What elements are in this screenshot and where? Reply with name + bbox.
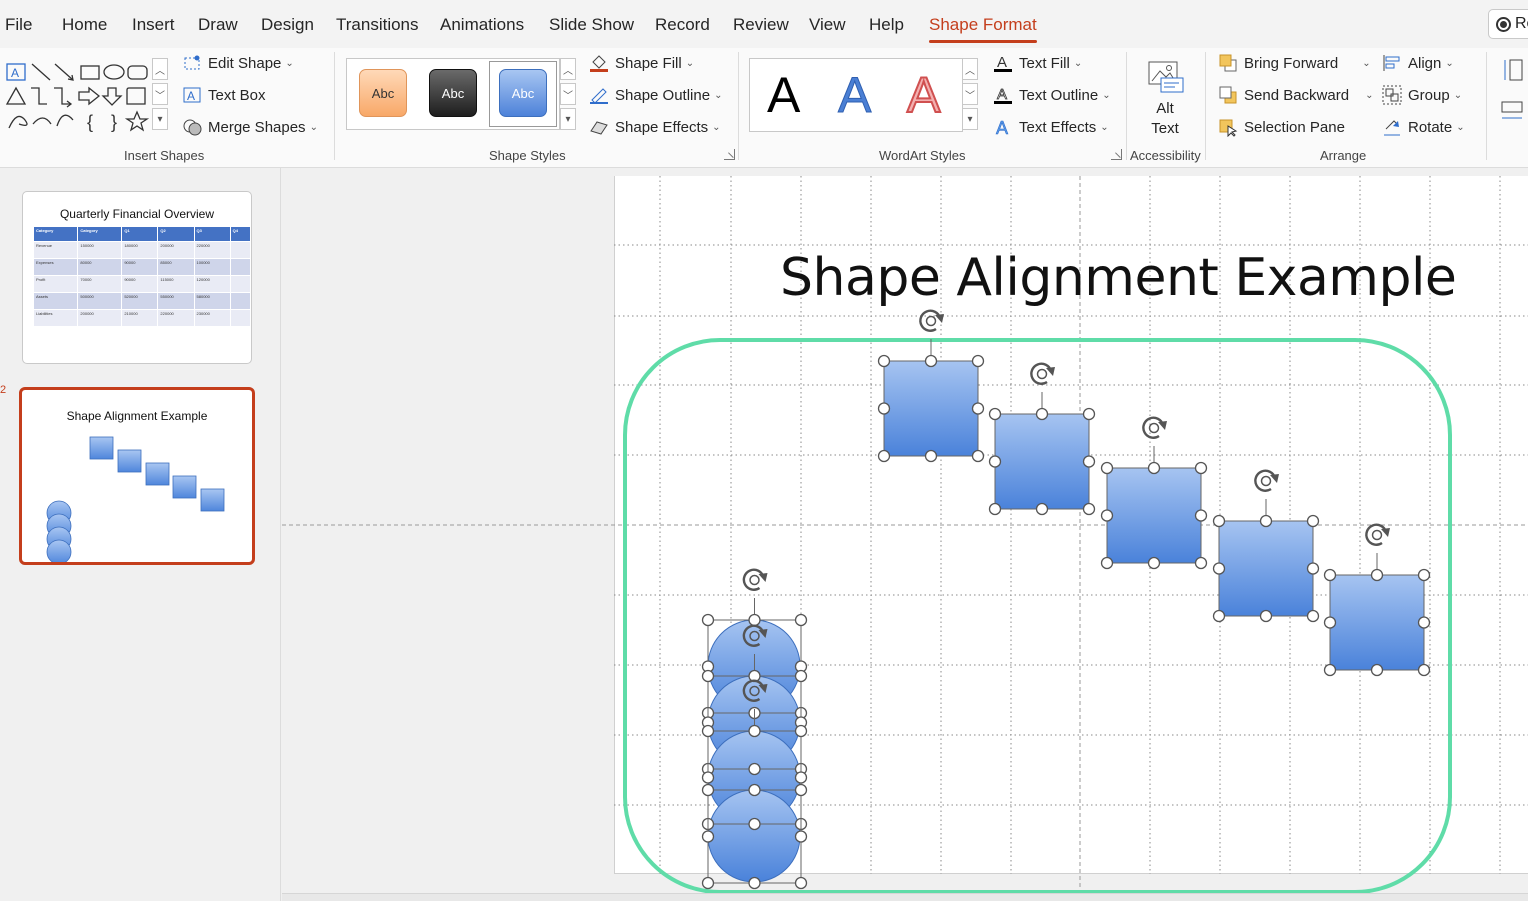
square-shape-3[interactable] [1106,467,1202,564]
square-shape-2[interactable] [994,413,1090,510]
resize-handle[interactable] [988,407,1002,421]
rotate-handle-icon[interactable] [742,568,765,591]
resize-handle[interactable] [794,830,808,843]
resize-handle[interactable] [1194,556,1208,570]
resize-handle[interactable] [794,724,808,738]
resize-handle[interactable] [924,449,938,463]
rotate-handle-icon[interactable] [1365,523,1388,546]
rotate-handle-center[interactable] [749,574,760,586]
resize-handle[interactable] [1306,514,1320,528]
resize-handle[interactable] [701,669,715,683]
resize-handle[interactable] [794,876,808,890]
resize-handle[interactable] [924,354,938,368]
resize-handle[interactable] [1082,502,1096,516]
resize-handle[interactable] [1147,461,1161,475]
resize-handle[interactable] [1212,514,1226,528]
resize-handle[interactable] [1212,609,1226,623]
resize-handle[interactable] [971,402,985,415]
resize-handle[interactable] [1259,609,1273,623]
resize-handle[interactable] [988,455,1002,468]
rotate-handle-icon[interactable] [919,309,942,332]
squares [883,360,1425,671]
resize-handle[interactable] [748,724,761,738]
resize-handle[interactable] [1100,509,1114,522]
square-shape-1[interactable] [883,360,979,457]
resize-handle[interactable] [1035,407,1049,421]
resize-handle[interactable] [877,449,891,463]
rotate-handle-center[interactable] [1036,368,1048,380]
rotate-handle-icon[interactable] [1142,416,1165,439]
resize-handle[interactable] [701,724,715,738]
rotate-handle-arrow[interactable] [1381,528,1390,537]
rotate-handle-icon[interactable] [1030,362,1053,385]
rotate-handle-arrow[interactable] [1158,421,1167,430]
resize-handle[interactable] [794,613,808,627]
resize-handle[interactable] [971,354,985,368]
resize-handle[interactable] [1194,461,1208,475]
resize-handle[interactable] [1212,562,1226,575]
rotate-handle-arrow[interactable] [1270,474,1279,483]
resize-handle[interactable] [794,771,808,784]
resize-handle[interactable] [971,449,985,463]
resize-handle[interactable] [701,876,715,890]
slide-shapes [701,309,1431,890]
resize-handle[interactable] [1417,568,1431,582]
resize-handle[interactable] [1259,514,1273,528]
rotate-handle-center[interactable] [1371,529,1383,541]
resize-handle[interactable] [1194,509,1208,522]
resize-handle[interactable] [1100,461,1114,475]
resize-handle[interactable] [701,613,715,627]
resize-handle[interactable] [1323,663,1337,677]
resize-handle[interactable] [1370,663,1384,677]
resize-handle[interactable] [1100,556,1114,570]
resize-handle[interactable] [1147,556,1161,570]
circle-shape-4[interactable] [707,789,801,883]
resize-handle[interactable] [1035,502,1049,516]
resize-handle[interactable] [1417,663,1431,677]
selection-handles[interactable] [701,309,1431,890]
resize-handle[interactable] [1417,616,1431,629]
resize-handle[interactable] [748,876,761,890]
rotate-handle-arrow[interactable] [935,314,944,323]
resize-handle[interactable] [748,613,761,627]
horizontal-scrollbar[interactable] [282,893,1528,901]
resize-handle[interactable] [794,783,808,797]
resize-handle[interactable] [877,402,891,415]
rotate-handle-arrow[interactable] [758,573,768,582]
resize-handle[interactable] [877,354,891,368]
rotate-handle-icon[interactable] [1254,469,1277,492]
resize-handle[interactable] [1306,562,1320,575]
square-shape-4[interactable] [1218,520,1314,617]
resize-handle[interactable] [794,669,808,683]
resize-handle[interactable] [748,762,761,776]
rotate-handle-arrow[interactable] [1046,367,1055,376]
resize-handle[interactable] [1306,609,1320,623]
resize-handle[interactable] [701,830,715,843]
resize-handle[interactable] [1082,407,1096,421]
resize-handle[interactable] [1323,568,1337,582]
resize-handle[interactable] [1370,568,1384,582]
rotate-handle-center[interactable] [1148,422,1160,434]
rotate-handle-center[interactable] [1260,475,1272,487]
resize-handle[interactable] [1323,616,1337,629]
resize-handle[interactable] [988,502,1002,516]
resize-handle[interactable] [748,783,761,797]
resize-handle[interactable] [701,783,715,797]
resize-handle[interactable] [748,817,761,831]
resize-handle[interactable] [1082,455,1096,468]
square-shape-5[interactable] [1329,574,1425,671]
resize-handle[interactable] [701,771,715,784]
rotate-handle-center[interactable] [925,315,937,327]
